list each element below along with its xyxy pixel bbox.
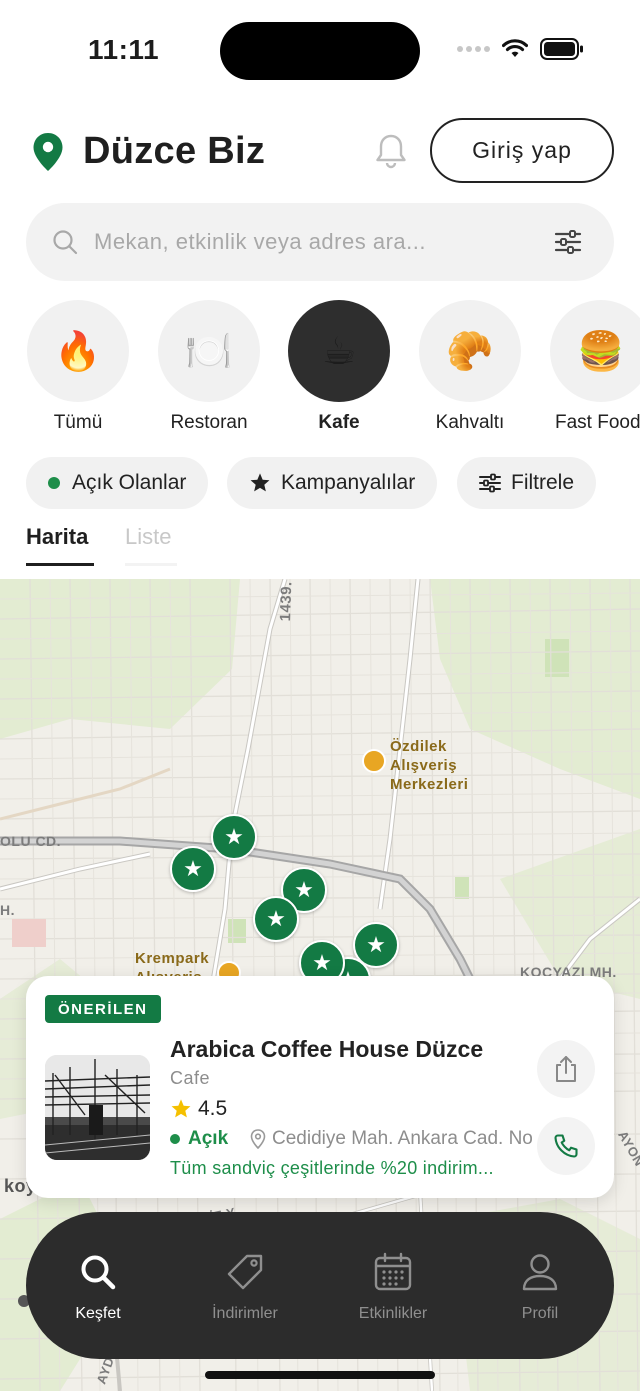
phone-icon xyxy=(554,1134,578,1158)
map-district-label: H. xyxy=(0,902,15,918)
plate-icon: 🍽️ xyxy=(158,300,260,402)
category-label: Kafe xyxy=(318,412,360,433)
sliders-icon[interactable] xyxy=(554,229,582,255)
battery-icon xyxy=(540,38,583,60)
nav-label: Profil xyxy=(521,1305,559,1322)
place-category: Cafe xyxy=(170,1068,211,1088)
coffee-cup-icon: ☕ xyxy=(288,300,390,402)
place-photo xyxy=(45,1055,150,1160)
recommended-badge: ÖNERİLEN xyxy=(45,995,161,1023)
wifi-icon xyxy=(502,39,528,57)
cellular-signal-icon xyxy=(457,46,490,52)
call-button[interactable] xyxy=(537,1117,595,1175)
place-promo[interactable]: Tüm sandviç çeşitlerinde %20 indirim... xyxy=(170,1158,494,1179)
croissant-icon: 🥐 xyxy=(419,300,521,402)
tab-active-indicator xyxy=(26,563,94,566)
bottom-navigation: Keşfet İndirimler Etkinlikler Profil xyxy=(26,1212,614,1359)
status-bar: 11:11 xyxy=(0,0,640,100)
search-bar[interactable]: Mekan, etkinlik veya adres ara... xyxy=(26,203,614,281)
place-open-status: Açık xyxy=(170,1128,228,1150)
location-pin-icon xyxy=(33,133,63,171)
category-breakfast[interactable]: 🥐 Kahvaltı xyxy=(405,300,535,434)
category-label: Kahvaltı xyxy=(435,412,505,433)
status-time: 11:11 xyxy=(88,34,160,65)
category-fast-food[interactable]: 🍔 Fast Food xyxy=(536,300,640,434)
rating-star-icon xyxy=(171,1099,191,1118)
star-icon xyxy=(249,472,271,494)
cafe-map-marker[interactable]: ★ xyxy=(253,896,299,942)
category-label: Restoran xyxy=(170,412,248,433)
nav-label: İndirimler xyxy=(212,1305,278,1322)
search-icon xyxy=(38,1252,158,1292)
category-all[interactable]: 🔥 Tümü xyxy=(13,300,143,434)
place-address: Cedidiye Mah. Ankara Cad. No xyxy=(250,1128,540,1150)
address-text: Cedidiye Mah. Ankara Cad. No xyxy=(272,1128,533,1149)
notification-bell-icon[interactable] xyxy=(372,132,410,170)
tab-inactive-indicator xyxy=(125,563,177,566)
nav-item-events[interactable]: Etkinlikler xyxy=(333,1252,453,1323)
dynamic-island xyxy=(220,22,420,80)
tag-icon xyxy=(185,1252,305,1292)
place-card[interactable]: ÖNERİLEN Arabica Coffee House Düzce Cafe… xyxy=(26,976,614,1198)
category-label: Tümü xyxy=(53,412,103,433)
user-icon xyxy=(480,1252,600,1292)
category-cafe[interactable]: ☕ Kafe xyxy=(274,300,404,434)
header: Düzce Biz Giriş yap xyxy=(0,110,640,190)
category-restaurant[interactable]: 🍽️ Restoran xyxy=(144,300,274,434)
app-title: Düzce Biz xyxy=(83,130,266,172)
calendar-icon xyxy=(333,1252,453,1292)
cafe-map-marker[interactable]: ★ xyxy=(211,814,257,860)
nav-label: Keşfet xyxy=(75,1305,121,1322)
category-label: Fast Food xyxy=(555,412,640,433)
open-status-dot xyxy=(48,477,60,489)
search-input[interactable]: Mekan, etkinlik veya adres ara... xyxy=(94,229,426,255)
rating-value: 4.5 xyxy=(198,1097,228,1120)
status-icons xyxy=(457,38,584,60)
map-road-label: OLU CD. xyxy=(0,833,62,849)
open-now-chip[interactable]: Açık Olanlar xyxy=(26,457,209,509)
place-name[interactable]: Arabica Coffee House Düzce xyxy=(170,1036,483,1063)
home-indicator[interactable] xyxy=(205,1371,435,1379)
nav-item-discounts[interactable]: İndirimler xyxy=(185,1252,305,1323)
nav-item-profile[interactable]: Profil xyxy=(480,1252,600,1323)
open-status-dot xyxy=(170,1134,180,1144)
chip-label: Kampanyalılar xyxy=(281,471,416,494)
status-label: Açık xyxy=(188,1128,229,1149)
tab-map[interactable]: Harita xyxy=(26,524,88,550)
login-button[interactable]: Giriş yap xyxy=(430,118,614,183)
chip-label: Filtrele xyxy=(511,471,575,494)
chip-label: Açık Olanlar xyxy=(72,471,187,494)
map-road-label: 1439. xyxy=(276,581,296,622)
category-carousel[interactable]: 🔥 Tümü 🍽️ Restoran ☕ Kafe 🥐 Kahvaltı 🍔 F… xyxy=(0,300,640,440)
cafe-map-marker[interactable]: ★ xyxy=(170,846,216,892)
location-outline-icon xyxy=(250,1129,266,1149)
fire-icon: 🔥 xyxy=(27,300,129,402)
tab-list[interactable]: Liste xyxy=(125,524,171,550)
nav-item-explore[interactable]: Keşfet xyxy=(38,1252,158,1323)
place-rating: 4.5 xyxy=(170,1097,227,1121)
shopping-poi-icon xyxy=(362,749,386,773)
filter-sliders-icon xyxy=(479,473,501,493)
share-button[interactable] xyxy=(537,1040,595,1098)
search-icon xyxy=(53,230,78,255)
burger-icon: 🍔 xyxy=(550,300,640,402)
filter-chip[interactable]: Filtrele xyxy=(457,457,597,509)
nav-label: Etkinlikler xyxy=(358,1305,428,1322)
campaigns-chip[interactable]: Kampanyalılar xyxy=(227,457,438,509)
share-icon xyxy=(556,1056,576,1082)
map-mall-label: Özdilek Alışveriş Merkezleri xyxy=(390,738,469,793)
